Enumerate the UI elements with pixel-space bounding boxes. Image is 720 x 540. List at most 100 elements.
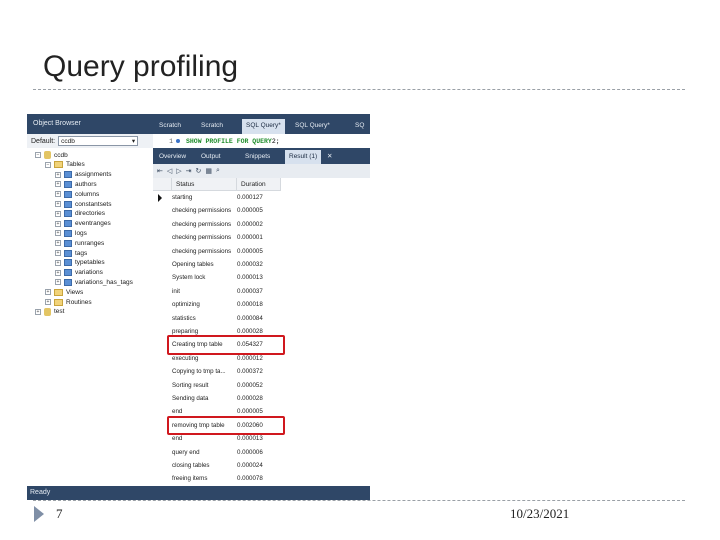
- table-row[interactable]: starting 0.000127: [153, 191, 281, 204]
- tree-expander-icon[interactable]: +: [55, 181, 61, 188]
- table-icon: [64, 269, 72, 277]
- editor-tab[interactable]: SQL Query*: [291, 119, 334, 134]
- result-tab[interactable]: Result (1): [285, 150, 322, 164]
- slide-date: 10/23/2021: [510, 506, 570, 521]
- tree-item-label: ccdb: [54, 151, 68, 159]
- tree-expander-icon[interactable]: +: [55, 259, 61, 266]
- cell-status: closing tables: [172, 462, 210, 469]
- cell-duration: 0.000372: [237, 368, 263, 376]
- tree-expander-icon[interactable]: +: [55, 171, 61, 178]
- table-row[interactable]: checking permissions 0.000005: [153, 204, 281, 217]
- tree-item-label: logs: [75, 229, 87, 237]
- tree-expander-icon[interactable]: +: [55, 240, 61, 247]
- cell-status: statistics: [172, 314, 196, 322]
- cell-duration: 0.000018: [237, 301, 263, 309]
- cell-duration: 0.000052: [237, 381, 263, 389]
- table-row[interactable]: Copying to tmp ta... 0.000372: [153, 365, 281, 378]
- row-pointer-icon: [158, 194, 162, 202]
- tree-item-label: variations_has_tags: [75, 278, 133, 286]
- tree-item-label: Routines: [66, 298, 92, 306]
- tree-expander-icon[interactable]: +: [45, 299, 51, 305]
- table-row[interactable]: checking permissions 0.000002: [153, 218, 281, 231]
- tree-item[interactable]: + authors: [55, 179, 97, 189]
- table-row[interactable]: freeing items 0.000078: [153, 472, 281, 485]
- tree-item[interactable]: + columns: [55, 189, 99, 199]
- table-row[interactable]: closing tables 0.000024: [153, 459, 281, 472]
- cell-duration: 0.000006: [237, 448, 263, 456]
- tree-expander-icon[interactable]: +: [55, 210, 61, 217]
- tree-item[interactable]: + variations: [55, 268, 103, 278]
- table-row[interactable]: Sending data 0.000028: [153, 392, 281, 405]
- tree-expander-icon[interactable]: +: [55, 269, 61, 276]
- tree-expander-icon[interactable]: +: [45, 289, 51, 296]
- grid-icon[interactable]: ▦: [205, 167, 212, 175]
- tree-item[interactable]: + constantsets: [55, 199, 112, 209]
- table-row[interactable]: statistics 0.000084: [153, 312, 281, 325]
- tree-item[interactable]: + eventranges: [55, 219, 111, 229]
- tree-expander-icon[interactable]: −: [35, 152, 41, 158]
- tree-expander-icon[interactable]: −: [45, 161, 51, 168]
- editor-tab[interactable]: Scratch: [155, 119, 185, 134]
- highlight-box: [167, 335, 285, 355]
- table-row[interactable]: checking permissions 0.000001: [153, 231, 281, 244]
- cell-duration: 0.000005: [237, 247, 263, 255]
- result-tab[interactable]: Snippets: [241, 150, 274, 164]
- tree-item[interactable]: + directories: [55, 209, 105, 219]
- table-row[interactable]: query end 0.000006: [153, 446, 281, 459]
- editor-tab[interactable]: SQ: [351, 119, 368, 134]
- tree-item[interactable]: + Views: [45, 287, 83, 297]
- folder-icon: [54, 298, 63, 306]
- cell-status: Sending data: [172, 395, 209, 402]
- refresh-icon[interactable]: ↻: [196, 167, 202, 175]
- tree-item[interactable]: + runranges: [55, 238, 104, 248]
- cell-duration: 0.000078: [237, 475, 263, 483]
- folder-icon: [54, 288, 63, 296]
- last-row-icon[interactable]: ⇥: [186, 167, 192, 175]
- next-row-icon[interactable]: ▷: [176, 167, 181, 175]
- column-header-duration[interactable]: Duration: [237, 178, 281, 191]
- tree-item[interactable]: + assignments: [55, 170, 112, 180]
- table-row[interactable]: System lock 0.000013: [153, 271, 281, 284]
- editor-tab[interactable]: SQL Query*: [242, 119, 285, 134]
- search-icon[interactable]: ⌕: [216, 167, 220, 175]
- database-icon: [44, 151, 51, 159]
- tree-item[interactable]: − Tables: [45, 160, 85, 170]
- table-row[interactable]: checking permissions 0.000005: [153, 245, 281, 258]
- tree-item[interactable]: + logs: [55, 228, 87, 238]
- table-icon: [64, 239, 72, 247]
- close-tab-icon[interactable]: ✕: [323, 150, 336, 164]
- tree-expander-icon[interactable]: +: [55, 250, 61, 256]
- tree-item[interactable]: + tags: [55, 248, 87, 258]
- result-tab[interactable]: Output: [197, 150, 225, 164]
- tree-item[interactable]: − ccdb: [35, 150, 68, 160]
- tree-expander-icon[interactable]: +: [55, 191, 61, 198]
- default-schema-select[interactable]: ccdb ▾: [58, 136, 139, 146]
- table-row[interactable]: Opening tables 0.000032: [153, 258, 281, 271]
- result-tab[interactable]: Overview: [155, 150, 190, 164]
- tree-expander-icon[interactable]: +: [55, 230, 61, 237]
- tree-expander-icon[interactable]: +: [55, 201, 61, 207]
- first-row-icon[interactable]: ⇤: [157, 167, 163, 175]
- tree-item[interactable]: + Routines: [45, 297, 92, 307]
- cell-duration: 0.000005: [237, 207, 263, 215]
- tree-expander-icon[interactable]: +: [55, 220, 61, 227]
- tree-item-label: eventranges: [75, 220, 111, 228]
- table-row[interactable]: init 0.000037: [153, 285, 281, 298]
- tree-item[interactable]: + typetables: [55, 258, 105, 268]
- table-row[interactable]: optimizing 0.000018: [153, 298, 281, 311]
- tree-expander-icon[interactable]: +: [35, 308, 41, 315]
- tree-item[interactable]: + variations_has_tags: [55, 277, 133, 287]
- prev-row-icon[interactable]: ◁: [167, 167, 172, 175]
- table-row[interactable]: Sorting result 0.000052: [153, 379, 281, 392]
- workbench-screenshot: Object Browser Default: ccdb ▾ − ccdb − Tab…: [27, 114, 370, 500]
- line-number: 1: [169, 137, 173, 145]
- sql-editor[interactable]: 1 SHOW PROFILE FOR QUERY 2;: [153, 134, 370, 148]
- tree-item[interactable]: + test: [35, 307, 64, 317]
- folder-icon: [54, 161, 63, 169]
- table-icon: [64, 229, 72, 237]
- default-schema-row: Default: ccdb ▾: [27, 134, 153, 148]
- editor-tab[interactable]: Scratch: [197, 119, 227, 134]
- tree-expander-icon[interactable]: +: [55, 279, 61, 286]
- column-header-status[interactable]: Status: [172, 178, 237, 191]
- cell-status: optimizing: [172, 301, 200, 309]
